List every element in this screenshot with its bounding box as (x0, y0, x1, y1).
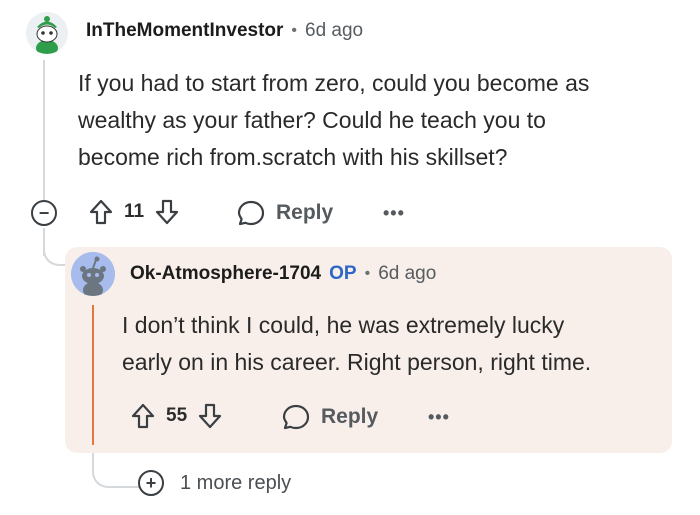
comment-line: wealthy as your father? Could he teach y… (78, 107, 546, 133)
collapse-icon: − (38, 203, 50, 223)
avatar-snoo-blue-icon (71, 252, 115, 296)
upvote-icon[interactable] (88, 198, 114, 226)
avatar-snoo-green-icon (26, 12, 68, 54)
more-replies-label: 1 more reply (180, 471, 292, 494)
comment-header: InTheMomentInvestor • 6d ago (86, 20, 363, 42)
expand-icon: + (138, 470, 164, 496)
reply-header: Ok-Atmosphere-1704 OP • 6d ago (130, 263, 436, 285)
timestamp[interactable]: 6d ago (305, 20, 363, 42)
reply-label: Reply (321, 405, 379, 428)
timestamp[interactable]: 6d ago (378, 263, 436, 285)
separator: • (291, 22, 298, 39)
upvote-icon[interactable] (130, 402, 156, 430)
reply-body: I don’t think I could, he was extremely … (122, 307, 662, 381)
avatar[interactable] (26, 12, 68, 54)
more-options-button[interactable]: ••• (428, 407, 450, 428)
comment-line: become rich from.scratch with his skills… (78, 144, 508, 170)
reply-button[interactable]: Reply (236, 198, 333, 228)
downvote-icon[interactable] (197, 402, 223, 430)
comment-line: If you had to start from zero, could you… (78, 70, 590, 96)
comment-bubble-icon (282, 404, 310, 430)
vote-bar: 11 (88, 198, 180, 226)
reply-label: Reply (276, 201, 334, 224)
collapse-button[interactable]: − (31, 200, 57, 226)
more-replies-button[interactable]: + 1 more reply (138, 470, 291, 496)
comment-line: I don’t think I could, he was extremely … (122, 312, 565, 338)
vote-bar: 55 (130, 402, 223, 430)
vote-count: 55 (166, 405, 188, 426)
comment-line: early on in his career. Right person, ri… (122, 349, 592, 375)
downvote-icon[interactable] (154, 198, 180, 226)
vote-count: 11 (124, 201, 145, 222)
expand-symbol: + (145, 473, 157, 493)
reply-button[interactable]: Reply (281, 402, 378, 432)
more-options-button[interactable]: ••• (383, 203, 405, 224)
avatar[interactable] (71, 252, 115, 296)
thread-line-main (43, 60, 45, 200)
comment-bubble-icon (237, 200, 265, 226)
username[interactable]: Ok-Atmosphere-1704 (130, 263, 321, 285)
username[interactable]: InTheMomentInvestor (86, 20, 283, 42)
comment-body: If you had to start from zero, could you… (78, 65, 678, 176)
thread-curve-to-more (92, 448, 142, 488)
op-badge: OP (329, 263, 357, 284)
op-highlight-rule (92, 305, 94, 445)
separator: • (364, 265, 371, 282)
